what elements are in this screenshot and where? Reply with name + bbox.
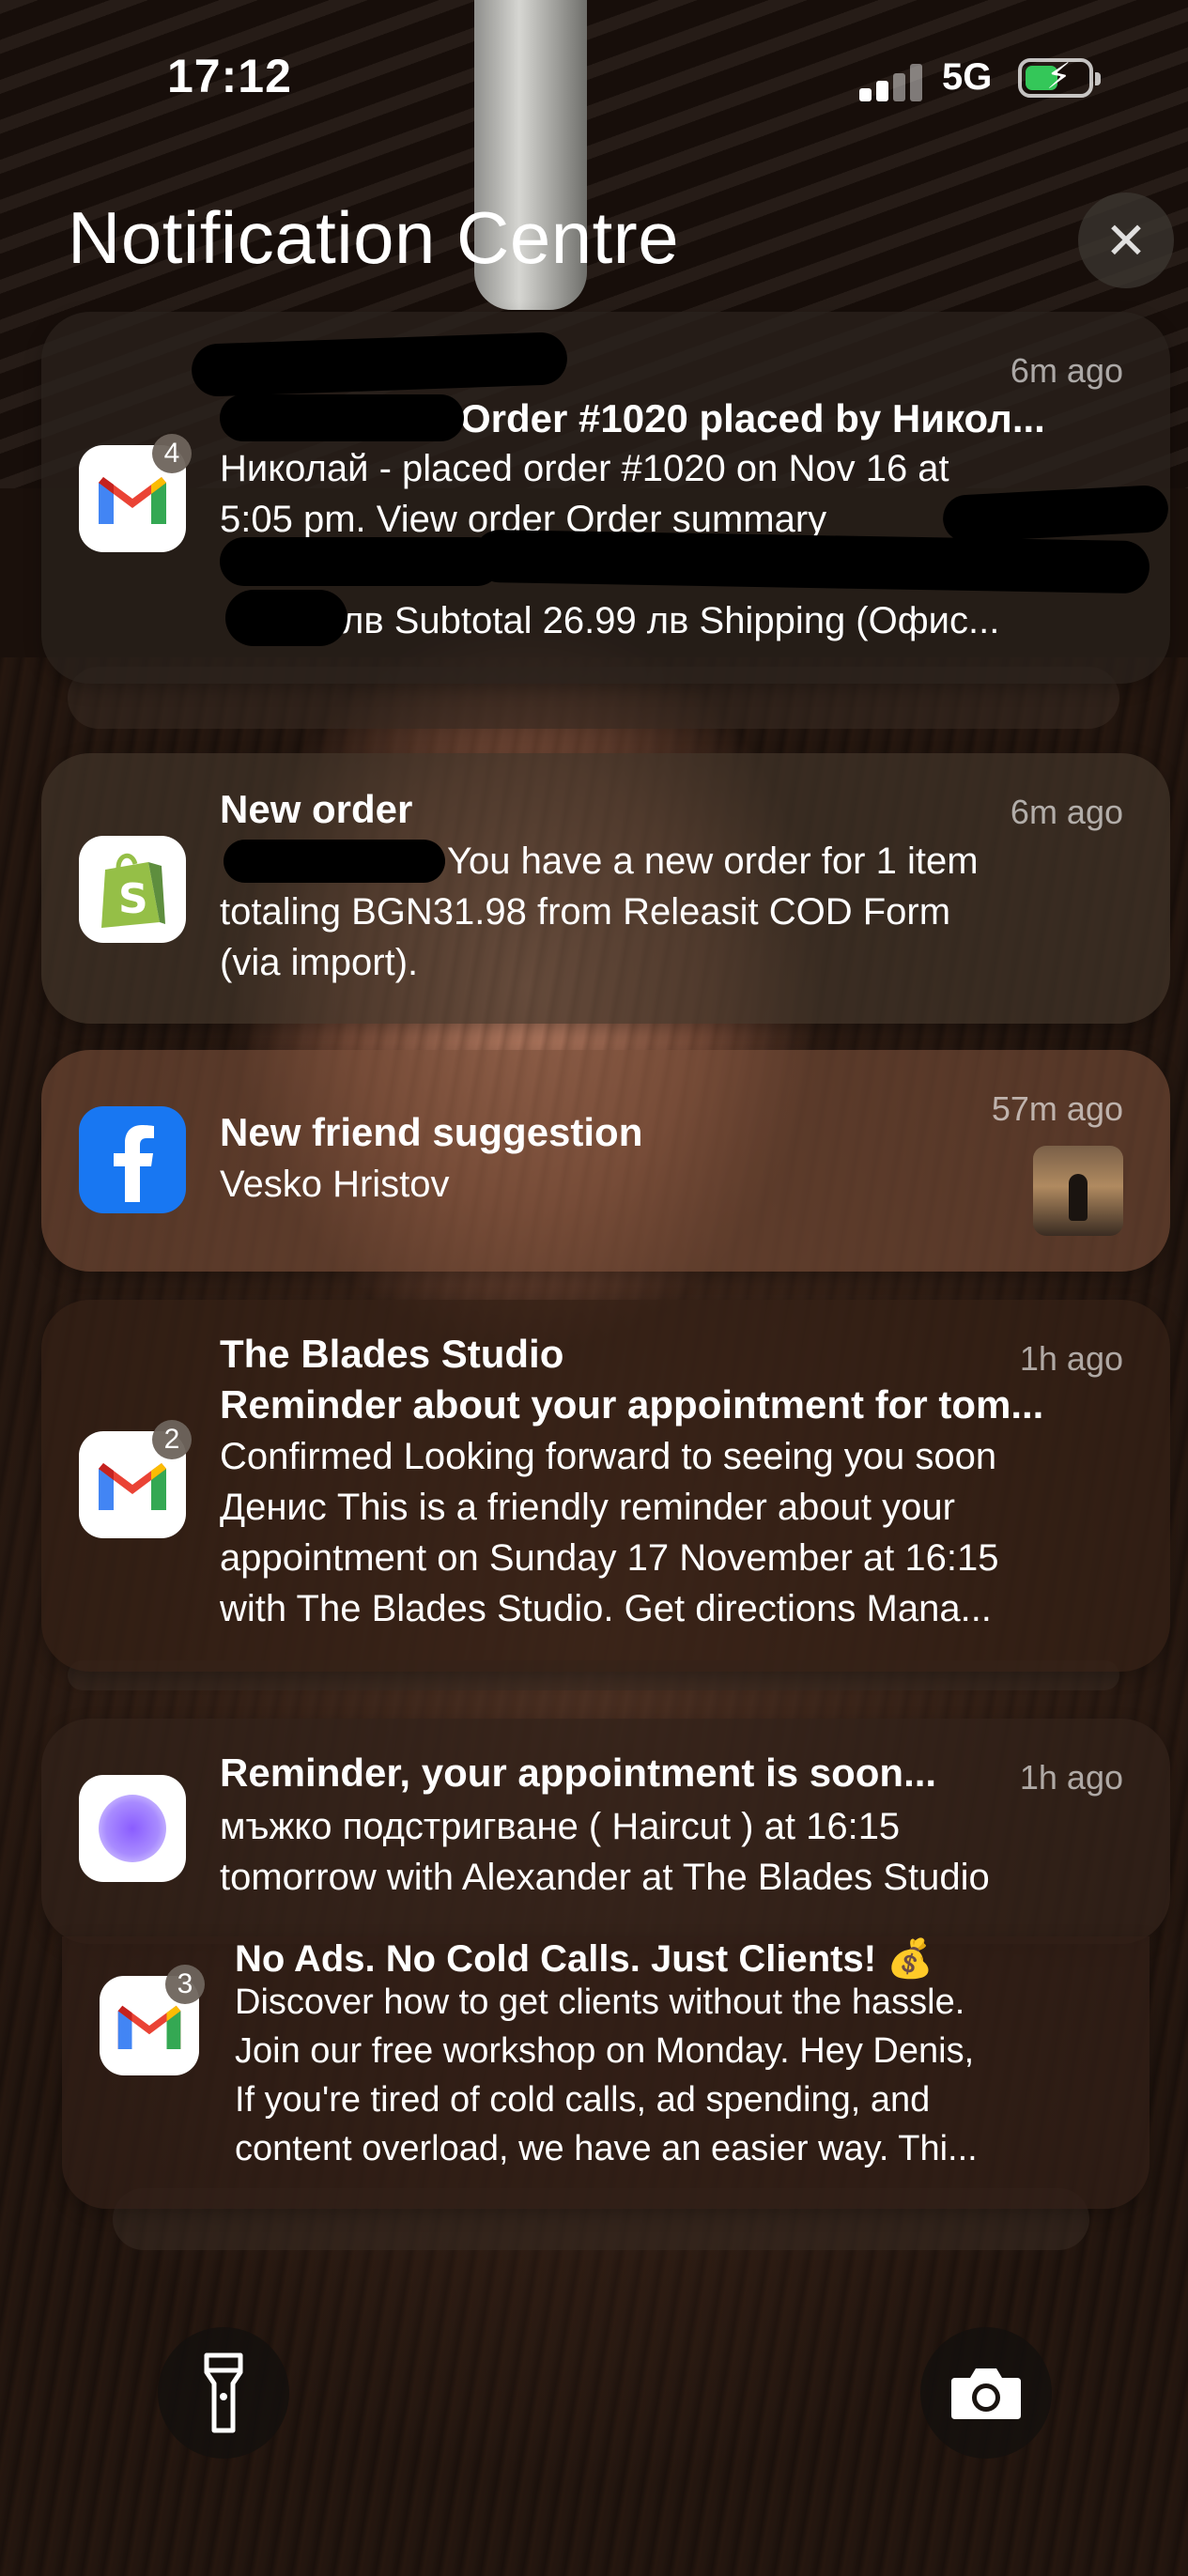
notification-card[interactable]: S New order 6m ago You have a new order … <box>41 753 1170 1024</box>
redaction-mark <box>220 394 464 441</box>
friend-photo-thumbnail <box>1033 1146 1123 1236</box>
shopify-icon: S <box>79 836 186 943</box>
flashlight-button[interactable] <box>158 2327 289 2459</box>
body-line: appointment on Sunday 17 November at 16:… <box>220 1537 999 1579</box>
gmail-icon: 2 <box>79 1420 192 1538</box>
unread-count-badge: 4 <box>152 434 192 473</box>
body-line: Join our free workshop on Monday. Hey De… <box>235 2031 975 2071</box>
notification-card[interactable]: 3 No Ads. No Cold Calls. Just Clients! 💰… <box>62 1936 1149 2209</box>
purple-orb-app-icon <box>79 1775 186 1882</box>
body-line: tomorrow with Alexander at The Blades St… <box>220 1857 990 1898</box>
signal-strength-icon <box>859 60 925 101</box>
notification-body: мъжко подстригване ( Haircut ) at 16:15 … <box>220 1801 1159 1914</box>
notification-title: No Ads. No Cold Calls. Just Clients! 💰 <box>235 1938 933 1980</box>
body-line: with The Blades Studio. Get directions M… <box>220 1588 992 1629</box>
unread-count-badge: 2 <box>152 1420 192 1459</box>
body-line: Vesko Hristov <box>220 1164 450 1205</box>
notification-subject: Order #1020 placed by Никол... <box>460 396 1045 440</box>
body-line: If you're tired of cold calls, ad spendi… <box>235 2080 931 2120</box>
body-line: content overload, we have an easier way.… <box>235 2129 978 2168</box>
redaction-mark <box>225 590 347 646</box>
notification-title: The Blades Studio <box>220 1332 564 1376</box>
body-line: Денис This is a friendly reminder about … <box>220 1487 955 1528</box>
body-line: (via import). <box>220 942 419 983</box>
close-button[interactable]: ✕ <box>1078 193 1174 288</box>
gmail-icon: 3 <box>100 1965 205 2075</box>
body-line-text: You have a new order for 1 item <box>447 841 979 882</box>
camera-button[interactable] <box>920 2327 1052 2459</box>
status-bar: 17:12 5G ⚡ <box>0 0 1188 141</box>
notification-time: 1h ago <box>1019 1339 1123 1378</box>
body-line: Confirmed Looking forward to seeing you … <box>220 1436 997 1477</box>
body-line: Discover how to get clients without the … <box>235 1982 965 2022</box>
network-type: 5G <box>942 56 993 98</box>
notification-title: New order <box>220 787 413 831</box>
notification-body: Vesko Hristov <box>220 1159 971 1215</box>
notification-card[interactable]: Reminder, your appointment is soon... 1h… <box>41 1719 1170 1944</box>
notification-body: Confirmed Looking forward to seeing you … <box>220 1431 1149 1638</box>
body-line: totaling BGN31.98 from Releasit COD Form <box>220 891 951 933</box>
unread-count-badge: 3 <box>165 1965 205 2004</box>
notification-card[interactable]: New friend suggestion 57m ago Vesko Hris… <box>41 1050 1170 1272</box>
notification-time: 1h ago <box>1019 1758 1123 1797</box>
gmail-icon: 4 <box>79 434 192 552</box>
notification-card[interactable]: 4 O 6m ago Order #1020 placed by Никол..… <box>41 312 1170 684</box>
status-time: 17:12 <box>167 50 292 102</box>
notification-subject: Reminder about your appointment for tom.… <box>220 1382 1044 1427</box>
flashlight-icon <box>204 2352 243 2433</box>
notification-title: Reminder, your appointment is soon... <box>220 1751 937 1795</box>
body-line: мъжко подстригване ( Haircut ) at 16:15 <box>220 1806 901 1847</box>
page-title: Notification Centre <box>68 196 680 279</box>
notification-time: 57m ago <box>991 1089 1123 1128</box>
redaction-mark <box>220 537 501 586</box>
body-line: лв Subtotal 26.99 лв Shipping (Офис... <box>220 595 1149 646</box>
facebook-icon <box>79 1106 186 1213</box>
notification-card[interactable]: 2 The Blades Studio 1h ago Reminder abou… <box>41 1300 1170 1672</box>
camera-icon <box>951 2368 1021 2419</box>
body-line: Николай - placed order #1020 on Nov 16 a… <box>220 448 949 489</box>
battery-charging-icon: ⚡ <box>1018 56 1101 98</box>
close-icon: ✕ <box>1104 210 1148 270</box>
notification-title: New friend suggestion <box>220 1110 643 1154</box>
notification-time: 6m ago <box>1010 351 1123 390</box>
redaction-mark <box>224 840 445 883</box>
notification-body: Discover how to get clients without the … <box>235 1978 1136 2184</box>
svg-text:S: S <box>118 875 148 923</box>
notification-time: 6m ago <box>1010 793 1123 831</box>
body-line-text: лв Subtotal 26.99 лв Shipping (Офис... <box>342 600 1000 641</box>
